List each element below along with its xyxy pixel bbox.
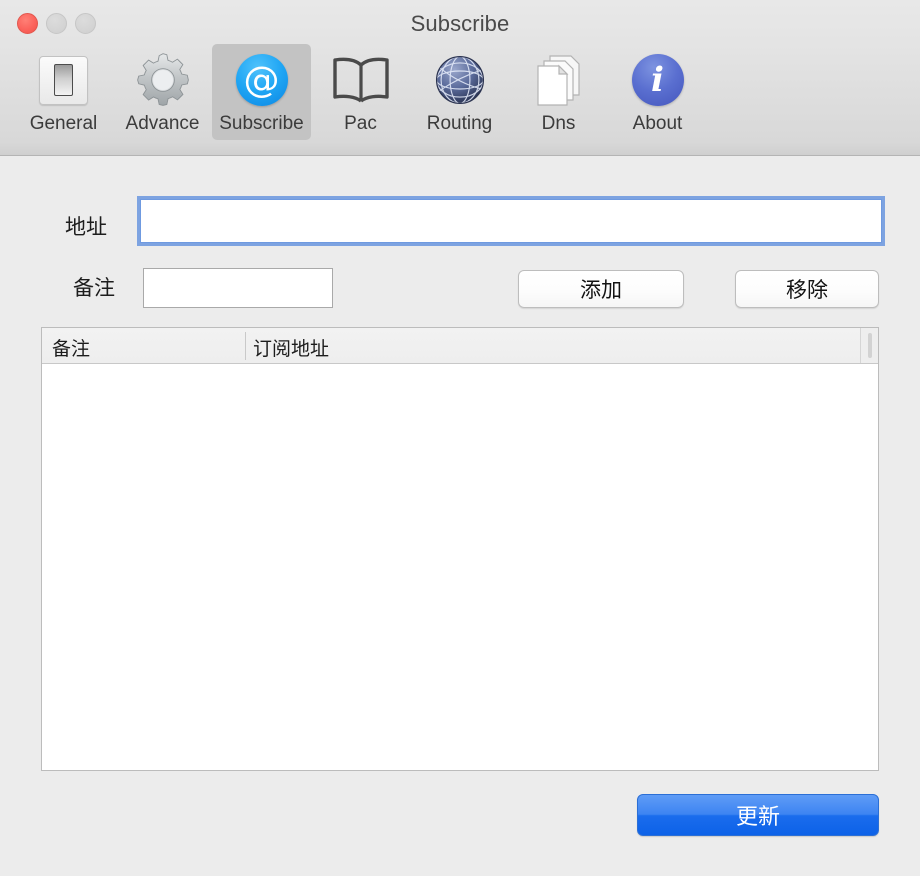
table-scrollbar[interactable] bbox=[860, 328, 878, 363]
tab-general[interactable]: General bbox=[14, 44, 113, 140]
remark-label: 备注 bbox=[73, 276, 115, 300]
open-book-icon bbox=[311, 50, 410, 110]
window-title: Subscribe bbox=[410, 11, 510, 36]
update-button[interactable]: 更新 bbox=[637, 794, 879, 836]
tab-routing[interactable]: Routing bbox=[410, 44, 509, 140]
gear-icon bbox=[113, 50, 212, 110]
globe-icon bbox=[410, 50, 509, 110]
tab-advance-label: Advance bbox=[125, 113, 200, 134]
tab-dns-label: Dns bbox=[541, 113, 576, 134]
tab-routing-label: Routing bbox=[426, 113, 493, 134]
address-label: 地址 bbox=[65, 215, 107, 239]
window-toolbar: Subscribe General Advance @ Subscribe Pa… bbox=[0, 0, 920, 156]
table-body[interactable] bbox=[42, 364, 878, 770]
tab-general-label: General bbox=[29, 113, 98, 134]
tab-subscribe[interactable]: @ Subscribe bbox=[212, 44, 311, 140]
address-input[interactable] bbox=[140, 199, 882, 243]
toggle-switch-icon bbox=[14, 50, 113, 110]
at-sign-icon: @ bbox=[212, 50, 311, 110]
tab-dns[interactable]: Dns bbox=[509, 44, 608, 140]
tab-advance[interactable]: Advance bbox=[113, 44, 212, 140]
remove-button[interactable]: 移除 bbox=[735, 270, 879, 308]
tab-subscribe-label: Subscribe bbox=[219, 113, 304, 134]
tab-pac-label: Pac bbox=[344, 113, 377, 134]
subscription-table: 备注 订阅地址 bbox=[41, 327, 879, 771]
toolbar-tab-list: General Advance @ Subscribe Pac Routing … bbox=[14, 44, 707, 140]
tab-pac[interactable]: Pac bbox=[311, 44, 410, 140]
subscribe-pane: 地址 备注 添加 移除 备注 订阅地址 更新 bbox=[0, 157, 920, 876]
documents-icon bbox=[509, 50, 608, 110]
subscribe-window: Subscribe General Advance @ Subscribe Pa… bbox=[0, 0, 920, 876]
info-icon: i bbox=[608, 50, 707, 110]
column-divider[interactable] bbox=[245, 332, 246, 360]
add-button[interactable]: 添加 bbox=[518, 270, 684, 308]
tab-about-label: About bbox=[632, 113, 683, 134]
tab-about[interactable]: i About bbox=[608, 44, 707, 140]
column-header-remark[interactable]: 备注 bbox=[52, 334, 90, 361]
column-header-address[interactable]: 订阅地址 bbox=[253, 334, 329, 361]
table-header-row: 备注 订阅地址 bbox=[42, 328, 878, 364]
remark-input[interactable] bbox=[143, 268, 333, 308]
